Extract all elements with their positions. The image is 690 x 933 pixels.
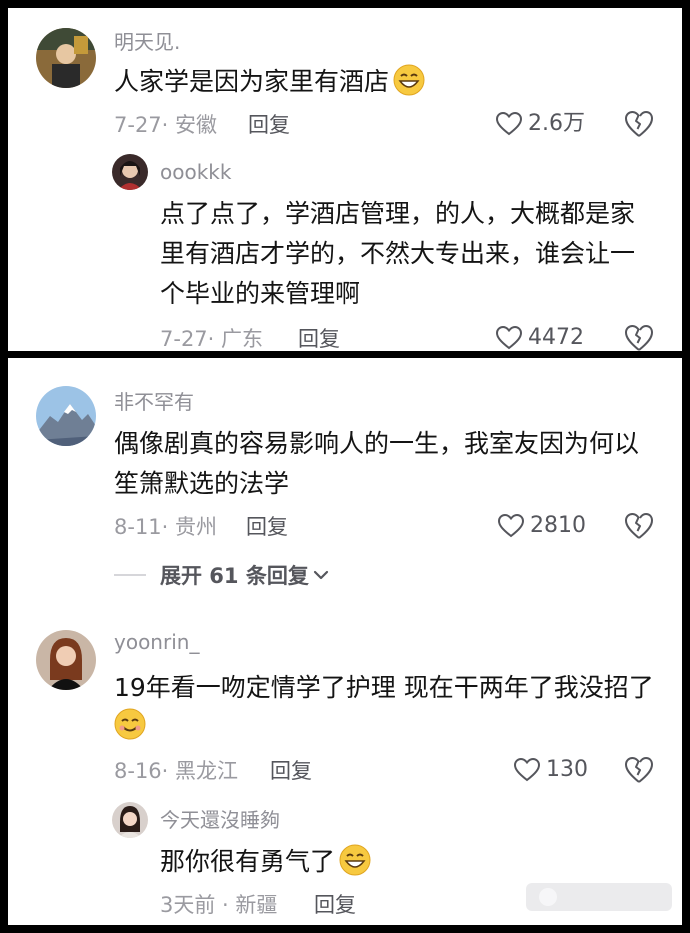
comment-meta: 8-11· 贵州 (114, 515, 218, 539)
heart-outline-icon (496, 326, 522, 350)
smile-emoji-icon (114, 708, 146, 740)
comment-meta: 7-27· 安徽 (114, 113, 218, 137)
reply-button[interactable]: 回复 (314, 892, 356, 918)
expand-divider (114, 574, 146, 576)
like-count: 2810 (530, 513, 586, 538)
reply-text: 点了点了，学酒店管理，的人，大概都是家 里有酒店才学的，不然大专出来，谁会让一 … (160, 194, 635, 314)
broken-heart-icon[interactable] (624, 756, 654, 784)
avatar[interactable] (36, 28, 96, 88)
reply-meta: 7-27· 广东 (160, 327, 264, 351)
reply-button[interactable]: 回复 (246, 514, 288, 540)
comment-panel-top: 明天见. 人家学是因为家里有酒店 7-27· 安徽 回复 2.6万 oookkk… (8, 8, 682, 351)
reply-text-line: 个毕业的来管理啊 (160, 279, 361, 308)
avatar[interactable] (112, 154, 148, 190)
heart-outline-icon (514, 758, 540, 782)
reply-button[interactable]: 回复 (270, 758, 312, 784)
expand-replies-label: 展开 61 条回复 (160, 564, 309, 588)
like-button[interactable]: 2810 (498, 513, 586, 539)
avatar[interactable] (112, 802, 148, 838)
comment-text: 19年看一吻定情学了护理 现在干两年了我没招了 (114, 668, 654, 748)
like-count: 2.6万 (528, 111, 585, 136)
grin-emoji-icon (339, 844, 371, 876)
reply-username[interactable]: oookkk (160, 160, 231, 184)
like-count: 130 (546, 757, 588, 782)
reply-text: 那你很有勇气了 (160, 842, 371, 882)
heart-outline-icon (498, 514, 524, 538)
like-count: 4472 (528, 325, 584, 350)
comment-text-line: 19年看一吻定情学了护理 现在干两年了我没招了 (114, 673, 654, 702)
comment-panel-bottom: 非不罕有 偶像剧真的容易影响人的一生，我室友因为何以 笙箫默选的法学 8-11·… (8, 358, 682, 925)
expand-replies-button[interactable]: 展开 61 条回复 (114, 560, 329, 590)
comment-text-line: 笙箫默选的法学 (114, 469, 290, 498)
reply-text-content: 那你很有勇气了 (160, 847, 336, 876)
broken-heart-icon[interactable] (624, 110, 654, 138)
comment-text: 人家学是因为家里有酒店 (114, 62, 425, 102)
broken-heart-icon[interactable] (624, 512, 654, 540)
avatar[interactable] (36, 386, 96, 446)
reply-username[interactable]: 今天還沒睡夠 (160, 808, 280, 832)
comment-username[interactable]: 非不罕有 (114, 390, 194, 414)
comment-emoji-line (114, 708, 654, 748)
chevron-down-icon (313, 570, 328, 580)
grin-emoji-icon (393, 64, 425, 96)
like-button[interactable]: 4472 (496, 325, 584, 351)
heart-outline-icon (496, 112, 522, 136)
reply-button[interactable]: 回复 (298, 326, 340, 351)
reply-button[interactable]: 回复 (248, 112, 290, 138)
like-button[interactable]: 2.6万 (496, 111, 585, 137)
reply-text-line: 点了点了，学酒店管理，的人，大概都是家 (160, 199, 636, 228)
comment-username[interactable]: 明天见. (114, 30, 180, 54)
broken-heart-icon[interactable] (624, 324, 654, 351)
like-button[interactable]: 130 (514, 757, 588, 783)
comment-text: 偶像剧真的容易影响人的一生，我室友因为何以 笙箫默选的法学 (114, 424, 639, 504)
comment-meta: 8-16· 黑龙江 (114, 759, 239, 783)
comment-text-line: 偶像剧真的容易影响人的一生，我室友因为何以 (114, 429, 640, 458)
reply-meta: 3天前 · 新疆 (160, 893, 278, 917)
comment-text-content: 人家学是因为家里有酒店 (114, 67, 390, 96)
comment-username[interactable]: yoonrin_ (114, 630, 199, 654)
reply-text-line: 里有酒店才学的，不然大专出来，谁会让一 (160, 239, 636, 268)
watermark-logo (526, 883, 672, 911)
avatar[interactable] (36, 630, 96, 690)
